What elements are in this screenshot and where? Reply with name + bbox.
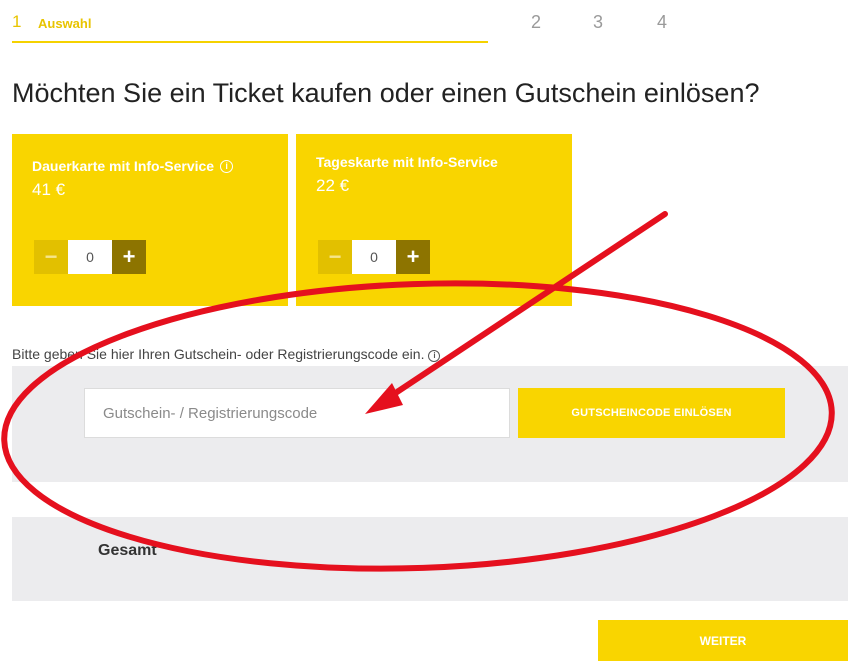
step-4[interactable]: 4 — [657, 12, 667, 33]
next-button[interactable]: WEITER — [598, 620, 848, 661]
ticket-name-row: Dauerkarte mit Info-Service i — [32, 158, 268, 174]
quantity-input[interactable] — [352, 240, 396, 274]
redeem-voucher-button[interactable]: GUTSCHEINCODE EINLÖSEN — [518, 388, 785, 438]
ticket-card-tageskarte: Tageskarte mit Info-Service 22 € − + — [296, 134, 572, 306]
ticket-price: 22 € — [316, 176, 350, 195]
total-panel: Gesamt — [12, 517, 848, 601]
info-icon[interactable]: i — [428, 350, 441, 362]
ticket-shop-page: 1 Auswahl 2 3 4 Möchten Sie ein Ticket k… — [0, 0, 848, 661]
checkout-stepper: 1 Auswahl 2 3 4 — [12, 10, 692, 44]
decrement-button[interactable]: − — [34, 240, 68, 274]
step-1-selection[interactable]: 1 Auswahl — [12, 10, 488, 43]
info-icon[interactable]: i — [220, 160, 234, 173]
step-1-number: 1 — [12, 12, 22, 31]
page-title: Möchten Sie ein Ticket kaufen oder einen… — [12, 78, 760, 108]
step-2[interactable]: 2 — [531, 12, 541, 33]
ticket-card-dauerkarte: Dauerkarte mit Info-Service i 41 € − + — [12, 134, 288, 306]
increment-button[interactable]: + — [396, 240, 430, 274]
quantity-input[interactable] — [68, 240, 112, 274]
ticket-price: 41 € — [32, 180, 66, 199]
total-label: Gesamt — [98, 542, 157, 559]
voucher-panel: GUTSCHEINCODE EINLÖSEN — [12, 366, 848, 482]
ticket-name: Dauerkarte mit Info-Service — [32, 158, 215, 174]
step-1-label: Auswahl — [38, 16, 92, 31]
ticket-name: Tageskarte mit Info-Service — [316, 154, 498, 170]
step-3[interactable]: 3 — [593, 12, 603, 33]
voucher-label: Bitte geben Sie hier Ihren Gutschein- od… — [12, 346, 425, 362]
quantity-stepper: − + — [34, 240, 146, 274]
increment-button[interactable]: + — [112, 240, 146, 274]
quantity-stepper: − + — [318, 240, 430, 274]
voucher-code-input[interactable] — [84, 388, 510, 438]
voucher-label-row: Bitte geben Sie hier Ihren Gutschein- od… — [12, 346, 441, 362]
decrement-button[interactable]: − — [318, 240, 352, 274]
